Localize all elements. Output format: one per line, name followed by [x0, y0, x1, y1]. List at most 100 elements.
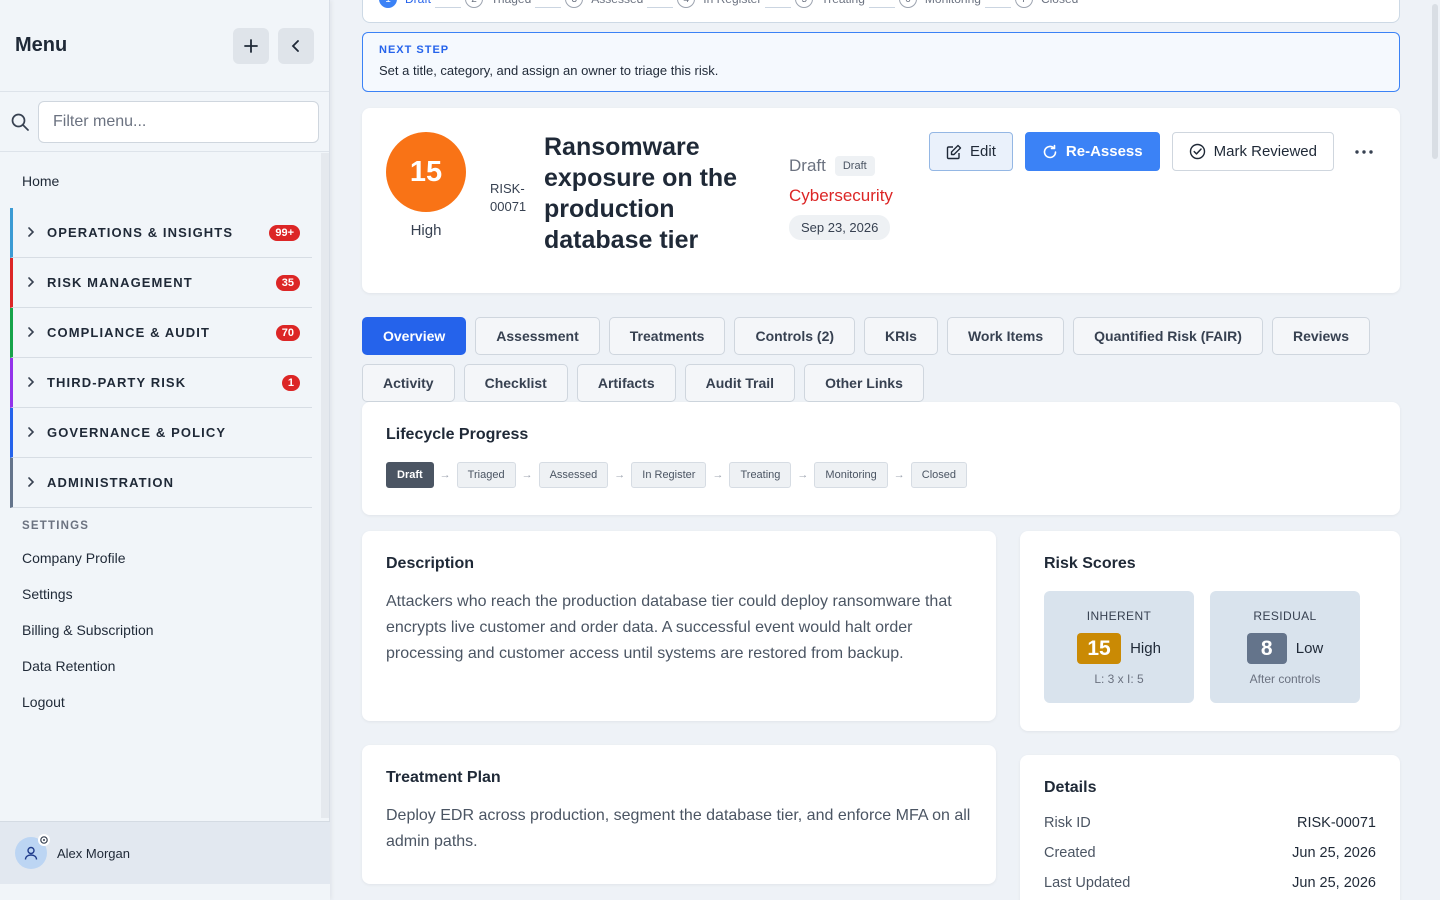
sidebar-group-label: OPERATIONS & INSIGHTS [47, 225, 234, 240]
avatar[interactable] [15, 834, 50, 869]
sidebar-header: Menu [0, 0, 329, 92]
stepper-connector [647, 7, 674, 8]
collapse-sidebar-button[interactable] [278, 27, 314, 64]
tab-assessment[interactable]: Assessment [475, 317, 600, 355]
tab-work-items[interactable]: Work Items [946, 317, 1065, 355]
arrow-right-icon: → [712, 469, 724, 481]
tab-activity[interactable]: Activity [362, 364, 455, 402]
tab-checklist[interactable]: Checklist [463, 364, 568, 402]
status-stepper: 1 Draft 2 Triaged 3 Assessed 4 In Register 5 Trea… [362, 0, 1400, 23]
risk-score-circle: 15 [386, 132, 466, 212]
tab-row-2: Activity Checklist Artifacts Audit Trail Oth… [362, 364, 1400, 402]
stepper-step-4[interactable]: 5 Treating [795, 0, 865, 8]
sidebar-bottom-strip [0, 884, 330, 900]
sidebar-link-1[interactable]: Settings [0, 576, 320, 612]
details-key: Last Updated [1044, 875, 1131, 891]
sidebar-link-0[interactable]: Company Profile [0, 540, 320, 576]
sidebar-item-home[interactable]: Home [0, 153, 320, 208]
details-title: Details [1044, 779, 1097, 796]
chevron-left-icon [291, 39, 299, 52]
stepper-step-3[interactable]: 4 In Register [677, 0, 761, 8]
stepper-step-number: 4 [677, 0, 696, 8]
tab-controls-2[interactable]: Controls (2) [734, 317, 856, 355]
chevron-right-icon [27, 376, 47, 390]
sidebar-group-2[interactable]: COMPLIANCE & AUDIT 70 [10, 308, 312, 358]
residual-subtext: After controls [1249, 672, 1321, 686]
next-step-banner: NEXT STEP Set a title, category, and ass… [362, 32, 1400, 92]
risk-level-label: High [410, 222, 442, 239]
sidebar-group-4[interactable]: GOVERNANCE & POLICY [10, 408, 312, 458]
filter-menu-input[interactable] [38, 100, 319, 143]
details-value: Jun 25, 2026 [1292, 875, 1376, 891]
count-badge: 70 [275, 324, 300, 341]
tab-row-1: Overview Assessment Treatments Controls (2)… [362, 317, 1400, 355]
check-circle-icon [1189, 143, 1205, 160]
reassess-button-label: Re-Assess [1065, 143, 1143, 160]
tab-overview[interactable]: Overview [362, 317, 467, 355]
settings-section-label: SETTINGS [22, 520, 90, 532]
count-badge: 99+ [269, 224, 300, 241]
sidebar-group-label: RISK MANAGEMENT [47, 275, 193, 290]
chevron-right-icon [27, 226, 47, 240]
tab-kris[interactable]: KRIs [864, 317, 938, 355]
tab-treatments[interactable]: Treatments [608, 317, 726, 355]
page-scrollbar[interactable] [1430, 0, 1440, 900]
risk-id: RISK-00071 [490, 181, 527, 214]
sidebar-group-0[interactable]: OPERATIONS & INSIGHTS 99+ [10, 208, 312, 258]
status-badge: Draft [834, 156, 875, 176]
mark-reviewed-button[interactable]: Mark Reviewed [1171, 132, 1334, 171]
sidebar-group-5[interactable]: ADMINISTRATION [10, 458, 312, 508]
more-horizontal-icon [1355, 149, 1373, 154]
stepper-step-5[interactable]: 6 Monitoring [898, 0, 981, 8]
stepper-step-2[interactable]: 3 Assessed [565, 0, 643, 8]
tab-quantified-risk-fair[interactable]: Quantified Risk (FAIR) [1073, 317, 1263, 355]
description-text: Attackers who reach the production datab… [386, 593, 952, 662]
stepper-step-0[interactable]: 1 Draft [379, 0, 431, 8]
details-value: Jun 25, 2026 [1292, 845, 1376, 861]
sidebar-link-4[interactable]: Logout [0, 684, 320, 720]
stepper-connector [765, 7, 792, 8]
description-card: Description Attackers who reach the prod… [362, 531, 996, 721]
edit-button[interactable]: Edit [929, 132, 1013, 171]
sidebar-link-2[interactable]: Billing & Subscription [0, 612, 320, 648]
tab-other-links[interactable]: Other Links [804, 364, 924, 402]
stepper-step-1[interactable]: 2 Triaged [465, 0, 531, 8]
risk-header-card: 15 High RISK-00071 Ransomware exposure o… [362, 108, 1400, 293]
page-scrollbar-thumb[interactable] [1432, 4, 1438, 159]
risk-date-pill: Sep 23, 2026 [789, 215, 891, 240]
gear-icon [38, 834, 50, 846]
risk-meta: Draft Draft Cybersecurity Sep 23, 2026 [789, 156, 893, 240]
lifecycle-step: Triaged [456, 462, 516, 488]
stepper-connector [535, 7, 562, 8]
tab-artifacts[interactable]: Artifacts [576, 364, 676, 402]
details-key: Created [1044, 845, 1096, 861]
stepper-step-number: 7 [1014, 0, 1033, 8]
add-button[interactable] [233, 27, 269, 64]
user-footer[interactable]: Alex Morgan [0, 821, 330, 884]
risk-tabs: Overview Assessment Treatments Controls (2)… [362, 317, 1400, 411]
arrow-right-icon: → [614, 469, 626, 481]
search-icon [10, 112, 38, 132]
details-value: RISK-00071 [1297, 815, 1376, 831]
risk-scores-card: Risk Scores INHERENT 15 High L: 3 x I: 5… [1020, 531, 1400, 731]
refresh-icon [1043, 144, 1057, 158]
reassess-button[interactable]: Re-Assess [1024, 132, 1160, 171]
residual-score-value: 8 [1246, 633, 1287, 664]
tab-reviews[interactable]: Reviews [1271, 317, 1370, 355]
sidebar-link-3[interactable]: Data Retention [0, 648, 320, 684]
details-key: Risk ID [1044, 815, 1091, 831]
chevron-right-icon [27, 476, 47, 490]
next-step-text: Set a title, category, and assign an own… [379, 63, 719, 78]
stepper-step-label: Treating [821, 0, 865, 6]
more-options-button[interactable] [1348, 136, 1380, 168]
stepper-step-label: Assessed [591, 0, 643, 6]
sidebar-group-1[interactable]: RISK MANAGEMENT 35 [10, 258, 312, 308]
user-icon [24, 846, 38, 860]
residual-score-box: RESIDUAL 8 Low After controls [1210, 591, 1360, 703]
sidebar-scrollbar[interactable] [321, 153, 329, 818]
stepper-step-6[interactable]: 7 Closed [1014, 0, 1078, 8]
sidebar-group-3[interactable]: THIRD-PARTY RISK 1 [10, 358, 312, 408]
stepper-step-number: 6 [898, 0, 917, 8]
tab-audit-trail[interactable]: Audit Trail [684, 364, 796, 402]
arrow-right-icon: → [797, 469, 809, 481]
